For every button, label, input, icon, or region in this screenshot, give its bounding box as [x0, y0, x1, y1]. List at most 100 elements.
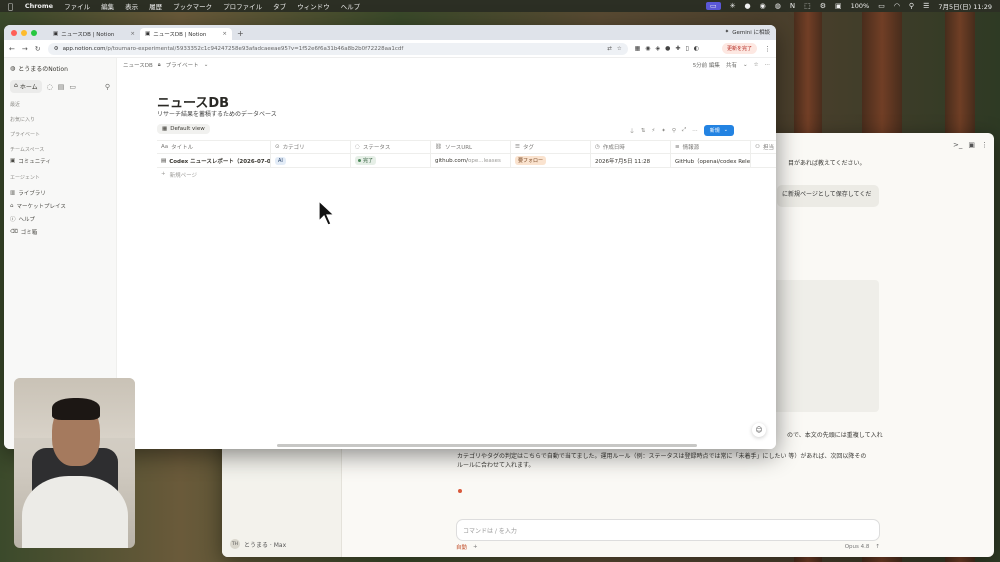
table-row[interactable]: ▤ Codex ニュースレポート（2026-07-0 AI 完了 github.c…	[157, 154, 776, 168]
close-tab-icon[interactable]: ×	[222, 31, 227, 37]
screen-record-icon[interactable]: ▭	[705, 2, 721, 10]
menu-history[interactable]: 履歴	[149, 1, 162, 11]
settings-icon[interactable]: ⚙	[820, 2, 826, 10]
breadcrumb[interactable]: ニュースDB	[123, 61, 153, 69]
control-center-icon[interactable]: ☰	[923, 2, 929, 10]
search-icon[interactable]: ⚲	[105, 83, 110, 91]
cell-tags[interactable]: 要フォロー	[511, 154, 591, 167]
cell-source[interactable]: GitHub（openai/codex Releas	[671, 154, 751, 167]
chevron-down-icon[interactable]: ⌄	[743, 62, 748, 68]
favorite-star-icon[interactable]: ☆	[754, 62, 759, 68]
add-icon[interactable]: +	[473, 544, 478, 550]
workspace-switcher[interactable]: ◍ とうまるのNotion	[10, 64, 110, 73]
browser-tab-active[interactable]: ▣ ニュースDB | Notion ×	[140, 28, 232, 40]
sidepanel-icon[interactable]: ▯	[685, 45, 688, 52]
cell-category[interactable]: AI	[271, 154, 351, 167]
section-recent[interactable]: 最近	[10, 101, 110, 108]
extensions-puzzle-icon[interactable]: ✚	[675, 45, 680, 52]
sort-icon[interactable]: ⇅	[641, 128, 646, 134]
chat-icon[interactable]: ▣	[835, 2, 842, 10]
horizontal-scrollbar[interactable]	[277, 444, 697, 447]
more-icon[interactable]: ⋮	[981, 141, 988, 149]
panel-icon[interactable]: ▣	[968, 141, 975, 149]
column-header-tags[interactable]: ☰ タグ	[511, 141, 591, 153]
more-icon[interactable]: ⋯	[692, 128, 698, 134]
search-icon[interactable]: ⚲	[672, 128, 676, 134]
sidebar-item-trash[interactable]: ⌫ ゴミ箱	[10, 228, 110, 236]
mode-selector[interactable]: 自動	[456, 543, 467, 551]
mic-icon[interactable]: ●	[744, 2, 750, 10]
cell-status[interactable]: 完了	[351, 154, 431, 167]
menu-app-name[interactable]: Chrome	[25, 2, 53, 10]
translate-icon[interactable]: ⇄	[607, 46, 612, 52]
status-icon[interactable]: ◉	[760, 2, 766, 10]
expand-icon[interactable]: ⤢	[682, 127, 686, 134]
sidebar-item-library[interactable]: ▥ ライブラリ	[10, 189, 110, 197]
apple-icon[interactable]: 	[8, 2, 13, 11]
column-header-title[interactable]: Aa タイトル	[157, 141, 271, 153]
notion-icon[interactable]: N	[790, 2, 795, 10]
notion-ai-button[interactable]: ☺	[752, 423, 766, 437]
column-header-status[interactable]: ◌ ステータス	[351, 141, 431, 153]
claude-prompt-input[interactable]: コマンドは / を入力	[456, 519, 880, 541]
clipboard-icon[interactable]: ▤	[58, 83, 65, 91]
new-record-button[interactable]: 新規 ⌄	[703, 125, 734, 136]
inbox-icon[interactable]: ▭	[69, 83, 76, 91]
cell-title[interactable]: ▤ Codex ニュースレポート（2026-07-0	[157, 154, 271, 167]
menu-bookmarks[interactable]: ブックマーク	[173, 1, 212, 11]
extension-icon[interactable]: ⬚	[804, 2, 811, 10]
filter-icon[interactable]: ⏚	[629, 127, 635, 135]
menu-help[interactable]: ヘルプ	[341, 1, 361, 11]
ai-icon[interactable]: ✦	[661, 128, 666, 134]
claude-user[interactable]: TH とうまる · Max	[230, 539, 286, 549]
sidebar-item-community[interactable]: ▣ コミュニティ	[10, 157, 110, 165]
search-icon[interactable]: ⚲	[909, 2, 914, 10]
bookmark-star-icon[interactable]: ☆	[617, 46, 622, 52]
close-window-icon[interactable]	[11, 30, 17, 36]
close-tab-icon[interactable]: ×	[130, 31, 135, 37]
menu-edit[interactable]: 編集	[101, 1, 114, 11]
new-tab-button[interactable]: +	[237, 28, 244, 40]
view-tab-default[interactable]: ▦ Default view	[157, 124, 210, 134]
page-description[interactable]: リサーチ結果を蓄積するためのデータベース	[157, 109, 277, 118]
menubar-clock[interactable]: 7月5日(日) 11:29	[938, 1, 992, 11]
cell-source-url[interactable]: github.com/ope...leases	[431, 154, 511, 167]
cell-created[interactable]: 2026年7月5日 11:28	[591, 154, 671, 167]
column-header-owner[interactable]: ⚇ 担当	[751, 141, 776, 153]
sidebar-item-marketplace[interactable]: ⌂ マーケットプレイス	[10, 202, 110, 210]
update-chrome-button[interactable]: 更新を完了	[721, 43, 757, 54]
breadcrumb-private[interactable]: プライベート	[166, 61, 199, 69]
add-new-page-button[interactable]: + 新規ページ	[157, 171, 776, 179]
send-icon[interactable]: ↑	[875, 544, 880, 550]
battery-icon[interactable]: ▭	[878, 2, 885, 10]
section-favorites[interactable]: お気に入り	[10, 116, 110, 123]
chat-icon[interactable]: ◌	[47, 83, 53, 91]
site-info-icon[interactable]: ⚙	[54, 46, 59, 52]
model-selector[interactable]: Opus 4.8	[845, 544, 870, 550]
chrome-menu-icon[interactable]: ⋮	[764, 45, 771, 53]
section-teamspace[interactable]: チームスペース	[10, 146, 110, 153]
extension-icon[interactable]: ◉	[645, 45, 650, 52]
share-button[interactable]: 共有	[726, 61, 737, 69]
menu-view[interactable]: 表示	[125, 1, 138, 11]
forward-arrow-icon[interactable]: →	[22, 45, 28, 53]
column-header-source[interactable]: ≡ 情報源	[671, 141, 751, 153]
brightness-icon[interactable]: ✳	[730, 2, 736, 10]
menu-file[interactable]: ファイル	[64, 1, 90, 11]
column-header-created[interactable]: ◷ 作成日時	[591, 141, 671, 153]
menu-profiles[interactable]: プロファイル	[223, 1, 262, 11]
maximize-window-icon[interactable]	[31, 30, 37, 36]
terminal-icon[interactable]: >_	[953, 141, 962, 149]
section-private[interactable]: プライベート	[10, 131, 110, 138]
profile-avatar-icon[interactable]: ◐	[694, 45, 699, 52]
extension-icon[interactable]: ◈	[656, 45, 661, 52]
gemini-button[interactable]: ✦ Gemini に相談	[725, 28, 770, 36]
column-header-source-url[interactable]: ⛓ ソースURL	[431, 141, 511, 153]
automation-icon[interactable]: ⚡	[651, 128, 655, 134]
more-icon[interactable]: ⋯	[765, 62, 771, 68]
minimize-window-icon[interactable]	[21, 30, 27, 36]
column-header-category[interactable]: ⊙ カテゴリ	[271, 141, 351, 153]
reload-icon[interactable]: ↻	[35, 45, 41, 53]
menu-window[interactable]: ウィンドウ	[297, 1, 330, 11]
cell-owner[interactable]	[751, 154, 776, 167]
